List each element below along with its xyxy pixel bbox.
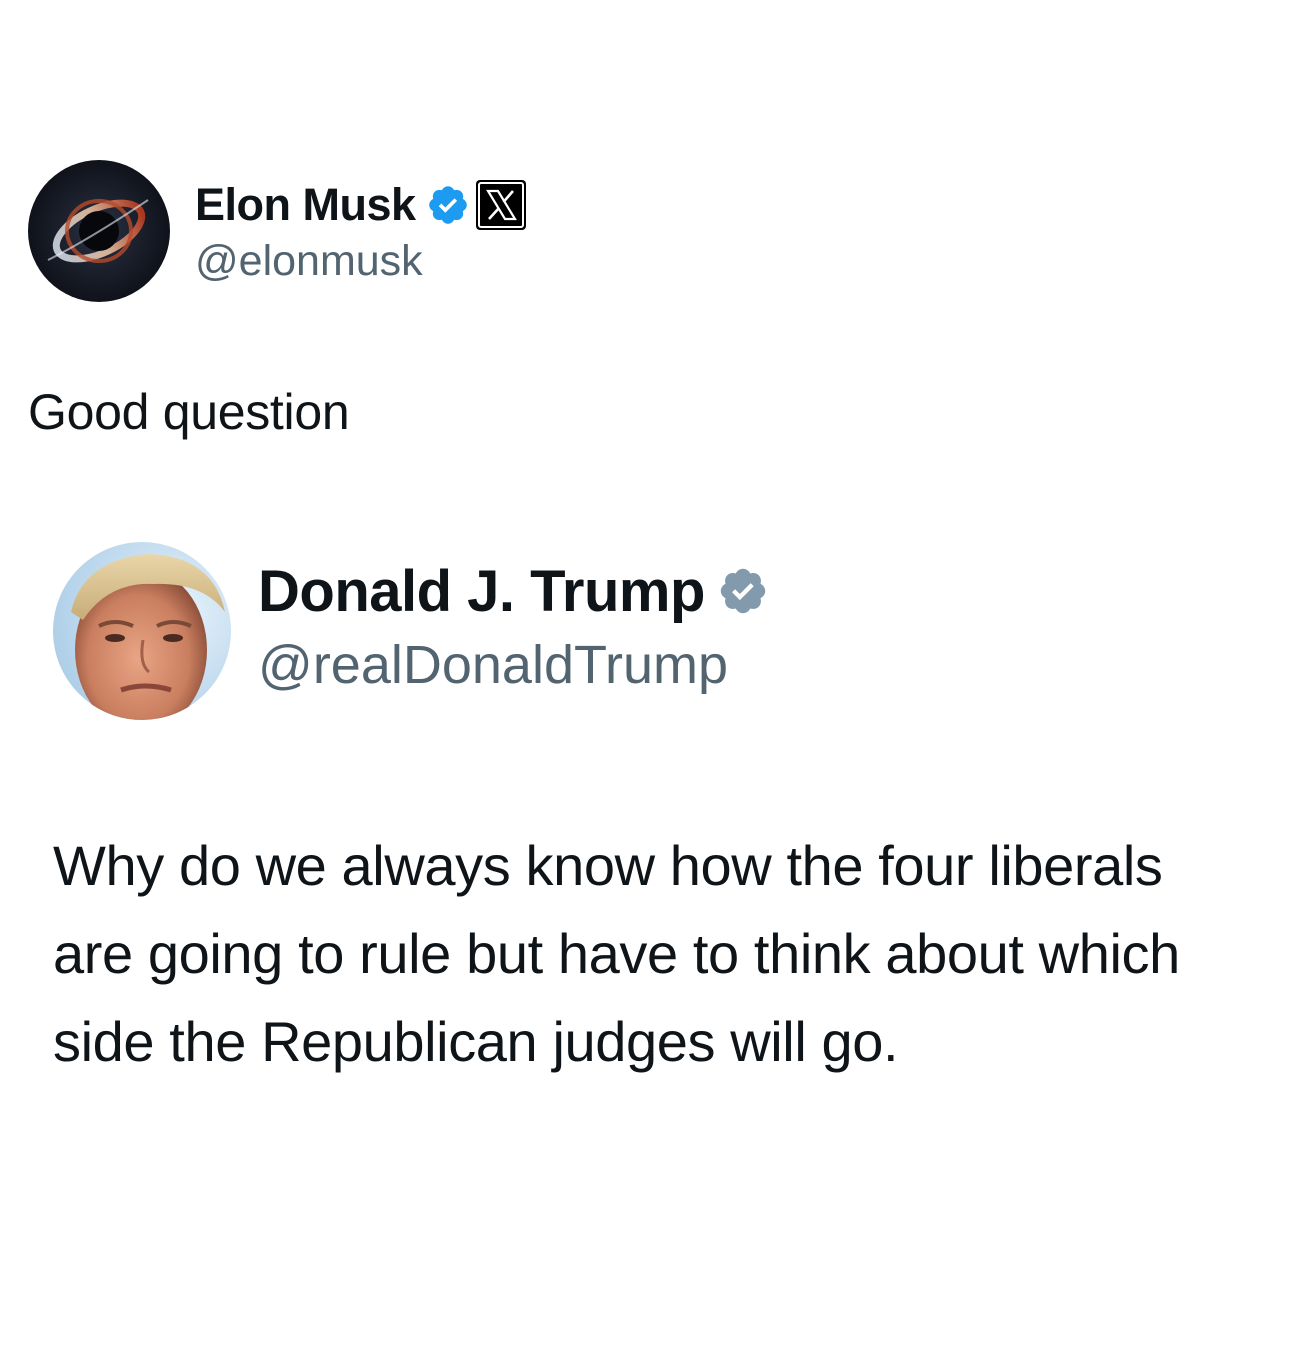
outer-name-block: Elon Musk @elonmusk	[195, 177, 526, 286]
gray-verified-badge-icon	[717, 565, 769, 617]
quoted-tweet-text: Why do we always know how the four liber…	[53, 834, 1180, 1073]
quoted-name-row: Donald J. Trump	[258, 558, 769, 624]
outer-display-name[interactable]: Elon Musk	[195, 179, 416, 231]
blue-verified-badge-icon	[426, 183, 470, 227]
outer-handle[interactable]: @elonmusk	[195, 237, 526, 286]
outer-tweet-header: Elon Musk @elonmusk	[28, 160, 526, 302]
x-logo-icon	[475, 179, 526, 230]
quoted-avatar[interactable]	[53, 542, 231, 720]
outer-avatar[interactable]	[28, 160, 170, 302]
outer-name-row: Elon Musk	[195, 177, 526, 233]
quoted-tweet-header: Donald J. Trump @realDonaldTrump	[53, 541, 769, 721]
outer-tweet-text: Good question	[28, 384, 350, 440]
quoted-name-block: Donald J. Trump @realDonaldTrump	[258, 558, 769, 696]
quoted-display-name[interactable]: Donald J. Trump	[258, 558, 705, 625]
quoted-handle[interactable]: @realDonaldTrump	[258, 634, 769, 696]
